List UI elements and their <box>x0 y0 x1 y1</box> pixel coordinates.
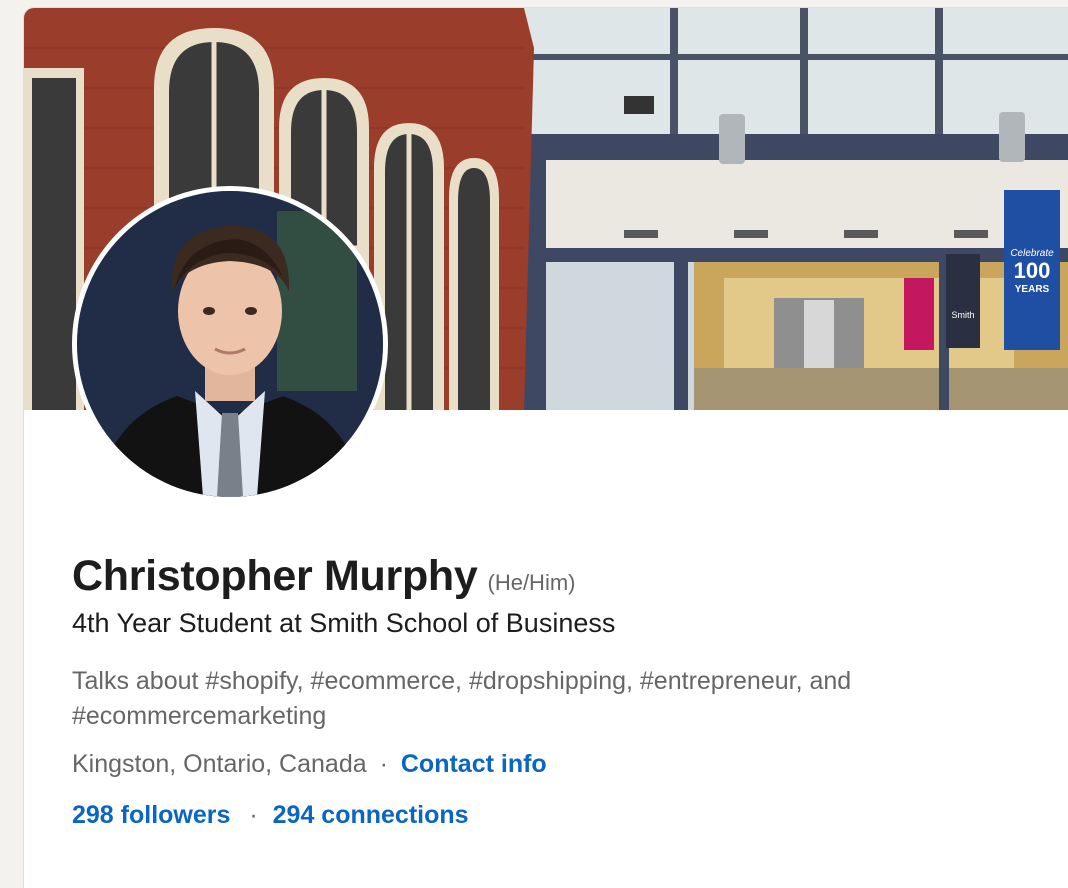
avatar-illustration <box>77 191 383 497</box>
profile-photo[interactable] <box>72 186 388 502</box>
name-row: Christopher Murphy (He/Him) <box>72 552 576 601</box>
connections-link[interactable]: 294 connections <box>273 801 469 829</box>
stats-row: 298 followers · 294 connections <box>72 801 469 830</box>
contact-info-link[interactable]: Contact info <box>401 750 547 778</box>
profile-headline: 4th Year Student at Smith School of Busi… <box>72 608 616 638</box>
profile-name: Christopher Murphy <box>72 552 478 600</box>
location: Kingston, Ontario, Canada <box>72 750 367 778</box>
banner-100-text: 100 <box>1014 258 1051 283</box>
pronouns: (He/Him) <box>487 570 576 595</box>
profile-card: Smith Celebrate 100 YEARS Christopher Mu… <box>24 8 1068 888</box>
separator: · <box>249 801 258 829</box>
talks-about: Talks about #shopify, #ecommerce, #drops… <box>72 667 852 730</box>
banner-years-text: YEARS <box>1015 284 1050 295</box>
separator: · <box>379 750 388 778</box>
sign-text: Smith <box>951 310 974 320</box>
followers-link[interactable]: 298 followers <box>72 801 230 829</box>
location-row: Kingston, Ontario, Canada · Contact info <box>72 750 547 779</box>
